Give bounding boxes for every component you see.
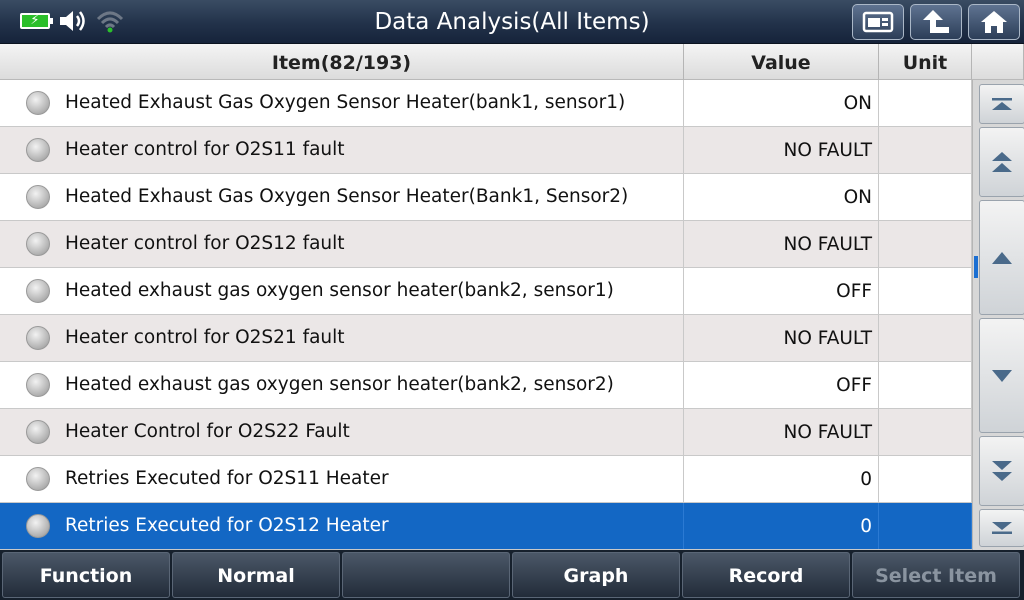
row-unit	[879, 80, 972, 126]
back-arrow-icon	[923, 10, 949, 33]
table-row[interactable]: Heater control for O2S12 fault NO FAULT	[0, 221, 972, 268]
table-row[interactable]: Heated Exhaust Gas Oxygen Sensor Heater(…	[0, 80, 972, 127]
home-icon	[981, 11, 1007, 33]
row-unit	[879, 409, 972, 455]
scrollbar-thumb[interactable]	[974, 256, 978, 278]
home-button[interactable]	[968, 4, 1020, 40]
status-lamp-icon	[26, 91, 50, 115]
status-lamp-icon	[26, 373, 50, 397]
table-body: Heated Exhaust Gas Oxygen Sensor Heater(…	[0, 80, 972, 550]
table-row[interactable]: Heater Control for O2S22 Fault NO FAULT	[0, 409, 972, 456]
row-item-label: Retries Executed for O2S11 Heater	[65, 468, 389, 489]
row-unit	[879, 127, 972, 173]
function-button[interactable]: Function	[2, 552, 170, 598]
row-unit	[879, 362, 972, 408]
table-row[interactable]: Heater control for O2S21 fault NO FAULT	[0, 315, 972, 362]
row-item-label: Retries Executed for O2S12 Heater	[65, 515, 389, 536]
status-lamp-icon	[26, 467, 50, 491]
graph-button[interactable]: Graph	[512, 552, 680, 598]
line-down-icon	[992, 369, 1012, 382]
record-button[interactable]: Record	[682, 552, 850, 598]
report-icon	[862, 11, 894, 33]
header-value[interactable]: Value	[684, 44, 879, 80]
row-value: ON	[684, 80, 879, 126]
row-value: OFF	[684, 268, 879, 314]
page-down-button[interactable]	[979, 436, 1024, 506]
function-bar: Function Normal Graph Record Select Item	[0, 550, 1024, 600]
page-up-icon	[992, 152, 1012, 172]
row-value: 0	[684, 503, 879, 549]
table-row[interactable]: Heated exhaust gas oxygen sensor heater(…	[0, 362, 972, 409]
scroll-top-icon	[992, 98, 1012, 110]
row-value: NO FAULT	[684, 409, 879, 455]
row-item-label: Heated exhaust gas oxygen sensor heater(…	[65, 280, 614, 301]
row-value: 0	[684, 456, 879, 502]
row-value: NO FAULT	[684, 315, 879, 361]
row-item-label: Heated Exhaust Gas Oxygen Sensor Heater(…	[65, 186, 629, 207]
header-unit[interactable]: Unit	[879, 44, 972, 80]
blank-button[interactable]	[342, 552, 510, 598]
vertical-scrollbar[interactable]	[972, 80, 1024, 550]
status-lamp-icon	[26, 326, 50, 350]
status-lamp-icon	[26, 232, 50, 256]
header-item[interactable]: Item(82/193)	[0, 44, 684, 80]
select-item-button[interactable]: Select Item	[852, 552, 1020, 598]
scroll-top-button[interactable]	[979, 84, 1024, 124]
line-up-button[interactable]	[979, 200, 1024, 315]
row-unit	[879, 456, 972, 502]
row-item-label: Heated Exhaust Gas Oxygen Sensor Heater(…	[65, 92, 626, 113]
status-lamp-icon	[26, 185, 50, 209]
row-unit	[879, 268, 972, 314]
status-lamp-icon	[26, 514, 50, 538]
table-row-selected[interactable]: Retries Executed for O2S12 Heater 0	[0, 503, 972, 550]
table-row[interactable]: Heated exhaust gas oxygen sensor heater(…	[0, 268, 972, 315]
row-item-label: Heater control for O2S11 fault	[65, 139, 345, 160]
status-lamp-icon	[26, 420, 50, 444]
row-value: NO FAULT	[684, 221, 879, 267]
table-row[interactable]: Heated Exhaust Gas Oxygen Sensor Heater(…	[0, 174, 972, 221]
page-down-icon	[992, 461, 1012, 481]
header-spacer	[972, 44, 1024, 80]
row-unit	[879, 174, 972, 220]
row-unit	[879, 315, 972, 361]
line-up-icon	[992, 251, 1012, 264]
row-unit	[879, 503, 972, 549]
line-down-button[interactable]	[979, 318, 1024, 433]
table-header: Item(82/193) Value Unit	[0, 44, 1024, 80]
scroll-bottom-button[interactable]	[979, 509, 1024, 547]
row-unit	[879, 221, 972, 267]
row-value: NO FAULT	[684, 127, 879, 173]
page-up-button[interactable]	[979, 127, 1024, 197]
row-item-label: Heated exhaust gas oxygen sensor heater(…	[65, 374, 614, 395]
report-button[interactable]	[852, 4, 904, 40]
row-item-label: Heater control for O2S12 fault	[65, 233, 345, 254]
row-value: OFF	[684, 362, 879, 408]
data-table: Item(82/193) Value Unit Heated Exhaust G…	[0, 44, 1024, 550]
row-value: ON	[684, 174, 879, 220]
back-button[interactable]	[910, 4, 962, 40]
scroll-bottom-icon	[992, 522, 1012, 534]
row-item-label: Heater control for O2S21 fault	[65, 327, 345, 348]
status-lamp-icon	[26, 279, 50, 303]
status-lamp-icon	[26, 138, 50, 162]
table-row[interactable]: Heater control for O2S11 fault NO FAULT	[0, 127, 972, 174]
title-bar: ⚡ Data Analysis(All Items)	[0, 0, 1024, 44]
table-row[interactable]: Retries Executed for O2S11 Heater 0	[0, 456, 972, 503]
row-item-label: Heater Control for O2S22 Fault	[65, 421, 350, 442]
normal-button[interactable]: Normal	[172, 552, 340, 598]
